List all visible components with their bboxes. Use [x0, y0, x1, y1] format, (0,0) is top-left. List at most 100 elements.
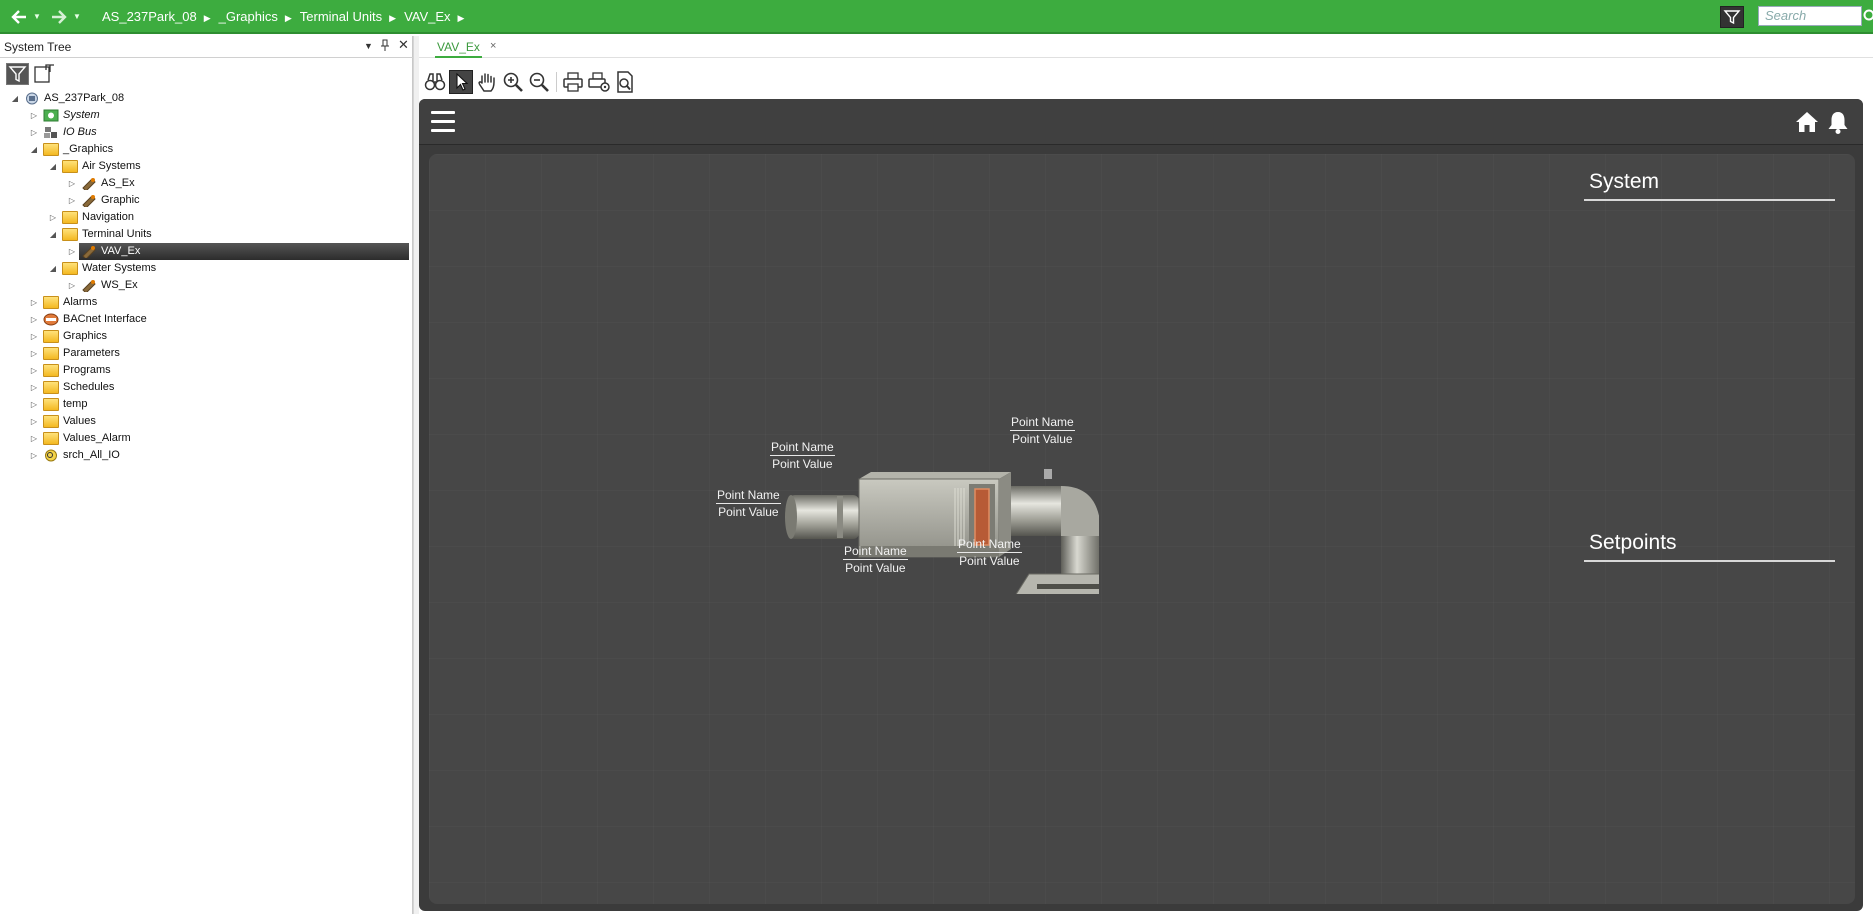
- expand-arrow-icon[interactable]: ▷: [67, 243, 77, 260]
- panel-title: System Tree: [4, 40, 72, 54]
- breadcrumb-item[interactable]: Terminal Units: [300, 9, 382, 24]
- close-panel-icon[interactable]: ✕: [398, 37, 409, 53]
- tree-toolbar: [0, 59, 413, 89]
- expand-arrow-icon[interactable]: ▷: [29, 379, 39, 396]
- expand-arrow-icon[interactable]: ▷: [29, 328, 39, 345]
- expand-arrow-icon[interactable]: ▷: [29, 311, 39, 328]
- breadcrumb-separator-icon: ▶: [284, 13, 292, 23]
- tree-item-as-237park-08[interactable]: ◢ AS_237Park_08: [0, 90, 413, 107]
- tree-item-label: Values: [63, 415, 96, 427]
- tree-item-schedules[interactable]: ▷ Schedules: [0, 379, 413, 396]
- filter-icon[interactable]: [1720, 6, 1744, 28]
- forward-history-dropdown-icon[interactable]: ▼: [73, 12, 81, 21]
- collapse-arrow-icon[interactable]: ◢: [29, 141, 39, 158]
- pin-icon[interactable]: [380, 39, 390, 55]
- binoculars-icon[interactable]: [423, 70, 447, 94]
- back-arrow-icon[interactable]: [10, 6, 28, 28]
- breadcrumb-separator-icon[interactable]: ▶: [458, 13, 465, 23]
- tree-item-bacnet-interface[interactable]: ▷ BACnet Interface: [0, 311, 413, 328]
- tree-item-alarms[interactable]: ▷ Alarms: [0, 294, 413, 311]
- point-box-bottom[interactable]: Point Name Point Value: [843, 543, 908, 577]
- breadcrumb-item[interactable]: _Graphics: [219, 9, 278, 24]
- tree-item-values-alarm[interactable]: ▷ Values_Alarm: [0, 430, 413, 447]
- print-setup-icon[interactable]: [587, 70, 611, 94]
- collapse-arrow-icon[interactable]: ◢: [48, 260, 58, 277]
- collapse-arrow-icon[interactable]: ◢: [48, 158, 58, 175]
- tree-item-navigation[interactable]: ▷ Navigation: [0, 209, 413, 226]
- tree-item-temp[interactable]: ▷ temp: [0, 396, 413, 413]
- print-icon[interactable]: [561, 70, 585, 94]
- tree-filter-icon[interactable]: [6, 63, 29, 85]
- back-history-dropdown-icon[interactable]: ▼: [33, 12, 41, 21]
- zoom-out-icon[interactable]: [527, 70, 551, 94]
- expand-arrow-icon[interactable]: ▷: [29, 447, 39, 464]
- io-bus-icon: [44, 127, 57, 138]
- graphic-icon: [82, 280, 96, 292]
- point-inlet-left[interactable]: Point Name Point Value: [716, 487, 781, 521]
- tree-item-as-ex[interactable]: ▷ AS_Ex: [0, 175, 413, 192]
- zoom-in-icon[interactable]: [501, 70, 525, 94]
- point-inlet-upper[interactable]: Point Name Point Value: [770, 439, 835, 473]
- alarm-bell-icon[interactable]: [1825, 109, 1851, 135]
- expand-arrow-icon[interactable]: ▷: [67, 192, 77, 209]
- search-icon[interactable]: [1862, 8, 1873, 24]
- expand-arrow-icon[interactable]: ▷: [29, 430, 39, 447]
- hamburger-menu-icon[interactable]: [431, 111, 455, 133]
- tree-item-programs[interactable]: ▷ Programs: [0, 362, 413, 379]
- folder-icon: [43, 364, 59, 377]
- folder-icon: [62, 228, 78, 241]
- tree-item-label: VAV_Ex: [101, 245, 141, 257]
- graphic-icon: [82, 178, 96, 190]
- folder-icon: [43, 143, 59, 156]
- tree-item-vav-ex[interactable]: ▷ VAV_Ex: [0, 243, 413, 260]
- tree-item-air-systems[interactable]: ◢ Air Systems: [0, 158, 413, 175]
- tree-item-graphic[interactable]: ▷ Graphic: [0, 192, 413, 209]
- tree-item-graphics[interactable]: ▷ Graphics: [0, 328, 413, 345]
- tree-item-graphics[interactable]: ◢ _Graphics: [0, 141, 413, 158]
- expand-arrow-icon[interactable]: ▷: [67, 277, 77, 294]
- expand-arrow-icon[interactable]: ▷: [48, 209, 58, 226]
- expand-arrow-icon[interactable]: ▷: [29, 396, 39, 413]
- forward-arrow-icon[interactable]: [50, 6, 68, 28]
- graphic-header-bar: [419, 99, 1863, 145]
- point-coil-bottom[interactable]: Point Name Point Value: [957, 536, 1022, 570]
- tree-item-label: Alarms: [63, 296, 98, 308]
- tree-sync-icon[interactable]: [33, 63, 56, 85]
- collapse-arrow-icon[interactable]: ◢: [48, 226, 58, 243]
- tree-item-srch-all-io[interactable]: ▷ srch_All_IO: [0, 447, 413, 464]
- expand-arrow-icon[interactable]: ▷: [29, 413, 39, 430]
- document-tab-bar: VAV_Ex ×: [419, 36, 1873, 58]
- search-object-icon: [45, 449, 57, 462]
- expand-arrow-icon[interactable]: ▷: [29, 345, 39, 362]
- search-input[interactable]: Search: [1758, 6, 1862, 26]
- tree-item-terminal-units[interactable]: ◢ Terminal Units: [0, 226, 413, 243]
- tree-item-parameters[interactable]: ▷ Parameters: [0, 345, 413, 362]
- home-icon[interactable]: [1794, 109, 1820, 135]
- tab-close-icon[interactable]: ×: [490, 40, 496, 52]
- tab-vav-ex[interactable]: VAV_Ex: [435, 36, 482, 58]
- tree-item-label: Values_Alarm: [63, 432, 131, 444]
- tree-item-io-bus[interactable]: ▷ IO Bus: [0, 124, 413, 141]
- tree-item-values[interactable]: ▷ Values: [0, 413, 413, 430]
- breadcrumb-item[interactable]: AS_237Park_08: [102, 9, 197, 24]
- print-preview-icon[interactable]: [613, 70, 637, 94]
- tree-item-system[interactable]: ▷ System: [0, 107, 413, 124]
- folder-icon: [62, 211, 78, 224]
- breadcrumb-item[interactable]: VAV_Ex: [404, 9, 450, 24]
- point-discharge-top[interactable]: Point Name Point Value: [1010, 414, 1075, 448]
- pan-hand-icon[interactable]: [475, 70, 499, 94]
- expand-arrow-icon[interactable]: ▷: [29, 362, 39, 379]
- tree-item-ws-ex[interactable]: ▷ WS_Ex: [0, 277, 413, 294]
- tree-item-label: Terminal Units: [82, 228, 152, 240]
- expand-arrow-icon[interactable]: ▷: [29, 107, 39, 124]
- collapse-arrow-icon[interactable]: ◢: [10, 90, 20, 107]
- expand-arrow-icon[interactable]: ▷: [29, 124, 39, 141]
- graphic-canvas: System Setpoints Point Name Point Value …: [429, 154, 1855, 904]
- panel-menu-dropdown-icon[interactable]: ▼: [364, 41, 373, 51]
- expand-arrow-icon[interactable]: ▷: [67, 175, 77, 192]
- folder-icon: [62, 160, 78, 173]
- graphic-viewport: System Setpoints Point Name Point Value …: [419, 99, 1863, 911]
- expand-arrow-icon[interactable]: ▷: [29, 294, 39, 311]
- select-pointer-icon[interactable]: [449, 70, 473, 94]
- tree-item-water-systems[interactable]: ◢ Water Systems: [0, 260, 413, 277]
